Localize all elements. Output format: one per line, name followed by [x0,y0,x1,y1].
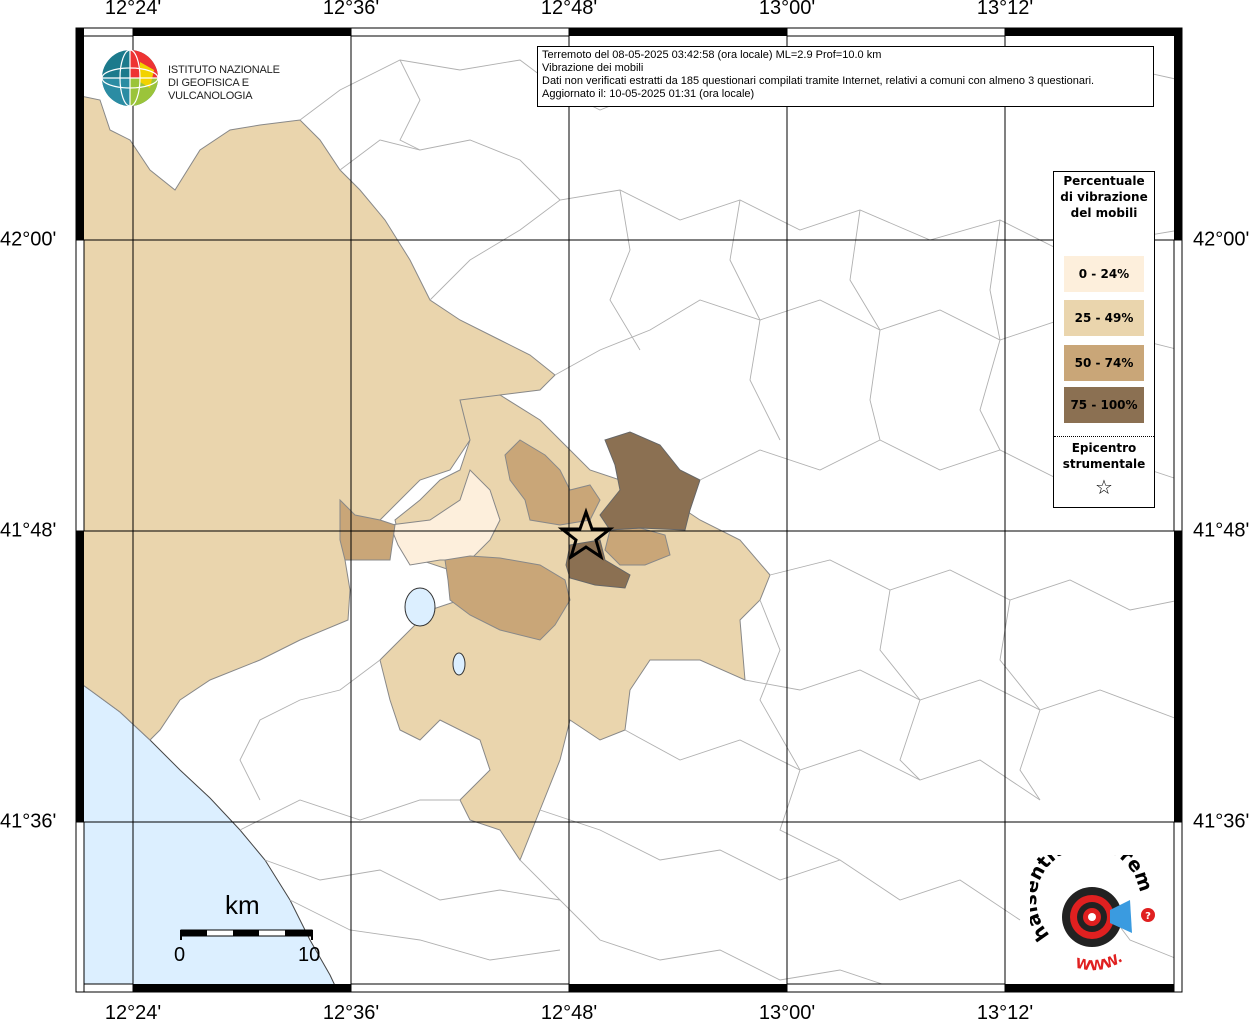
logo-www-text: WWW. [1074,950,1125,974]
globe-icon [101,49,159,107]
lat-tick-right-2: 41°48' [1193,519,1250,542]
lat-tick-left-1: 42°00' [0,228,57,251]
legend-item-3: 50 - 74% [1064,345,1144,381]
lon-tick-top-5: 13°12' [976,0,1034,19]
legend-item-2: 25 - 49% [1064,300,1144,336]
lon-tick-bottom-2: 12°36' [322,1002,380,1024]
legend-item-4-label: 75 - 100% [1070,398,1138,412]
lon-tick-bottom-5: 13°12' [976,1002,1034,1024]
lon-tick-top-2: 12°36' [322,0,380,19]
lake-albano [404,587,436,627]
logo-line-2: DI GEOFISICA E VULCANOLOGIA [168,77,253,102]
info-line-4: Aggiornato il: 10-05-2025 01:31 (ora loc… [542,88,755,100]
legend: Percentuale di vibrazione del mobili 0 -… [1053,171,1155,508]
legend-star-icon: ☆ [1095,475,1113,499]
info-line-1: Terremoto del 08-05-2025 03:42:58 (ora l… [542,49,882,61]
legend-item-2-label: 25 - 49% [1074,311,1134,325]
legend-item-4: 75 - 100% [1064,387,1144,423]
legend-item-3-label: 50 - 74% [1074,356,1134,370]
svg-text:?: ? [1145,911,1151,922]
legend-title: Percentuale di vibrazione del mobili [1060,174,1148,220]
scale-label-max: 10 [298,944,321,966]
haisentito-logo: ? haisentitoilterremoto.it WWW. [1030,855,1157,975]
lon-tick-top-1: 12°24' [104,0,162,19]
legend-separator [1054,436,1154,437]
svg-text:WWW.: WWW. [1074,950,1125,974]
lake-nemi [452,652,466,676]
legend-epicenter-label: Epicentro strumentale [1062,441,1146,471]
lon-tick-bottom-1: 12°24' [104,1002,162,1024]
lon-tick-bottom-3: 12°48' [540,1002,598,1024]
logo-line-1: ISTITUTO NAZIONALE [168,64,280,76]
lon-tick-top-3: 12°48' [540,0,598,19]
legend-item-1: 0 - 24% [1064,256,1144,292]
info-line-2: Vibrazione dei mobili [542,62,644,74]
lon-tick-top-4: 13°00' [758,0,816,19]
ingv-logo: ISTITUTO NAZIONALE DI GEOFISICA E VULCAN… [100,48,320,110]
scale-label-min: 0 [174,944,186,966]
lat-tick-right-3: 41°36' [1193,810,1250,833]
info-box: Terremoto del 08-05-2025 03:42:58 (ora l… [537,46,1154,107]
scale-bar: km 0 10 [170,888,330,968]
lat-tick-left-3: 41°36' [0,810,57,833]
lat-tick-right-1: 42°00' [1193,228,1250,251]
info-line-3: Dati non verificati estratti da 185 ques… [542,75,1095,87]
lon-tick-bottom-4: 13°00' [758,1002,816,1024]
lat-tick-left-2: 41°48' [0,519,57,542]
legend-item-1-label: 0 - 24% [1078,267,1130,281]
